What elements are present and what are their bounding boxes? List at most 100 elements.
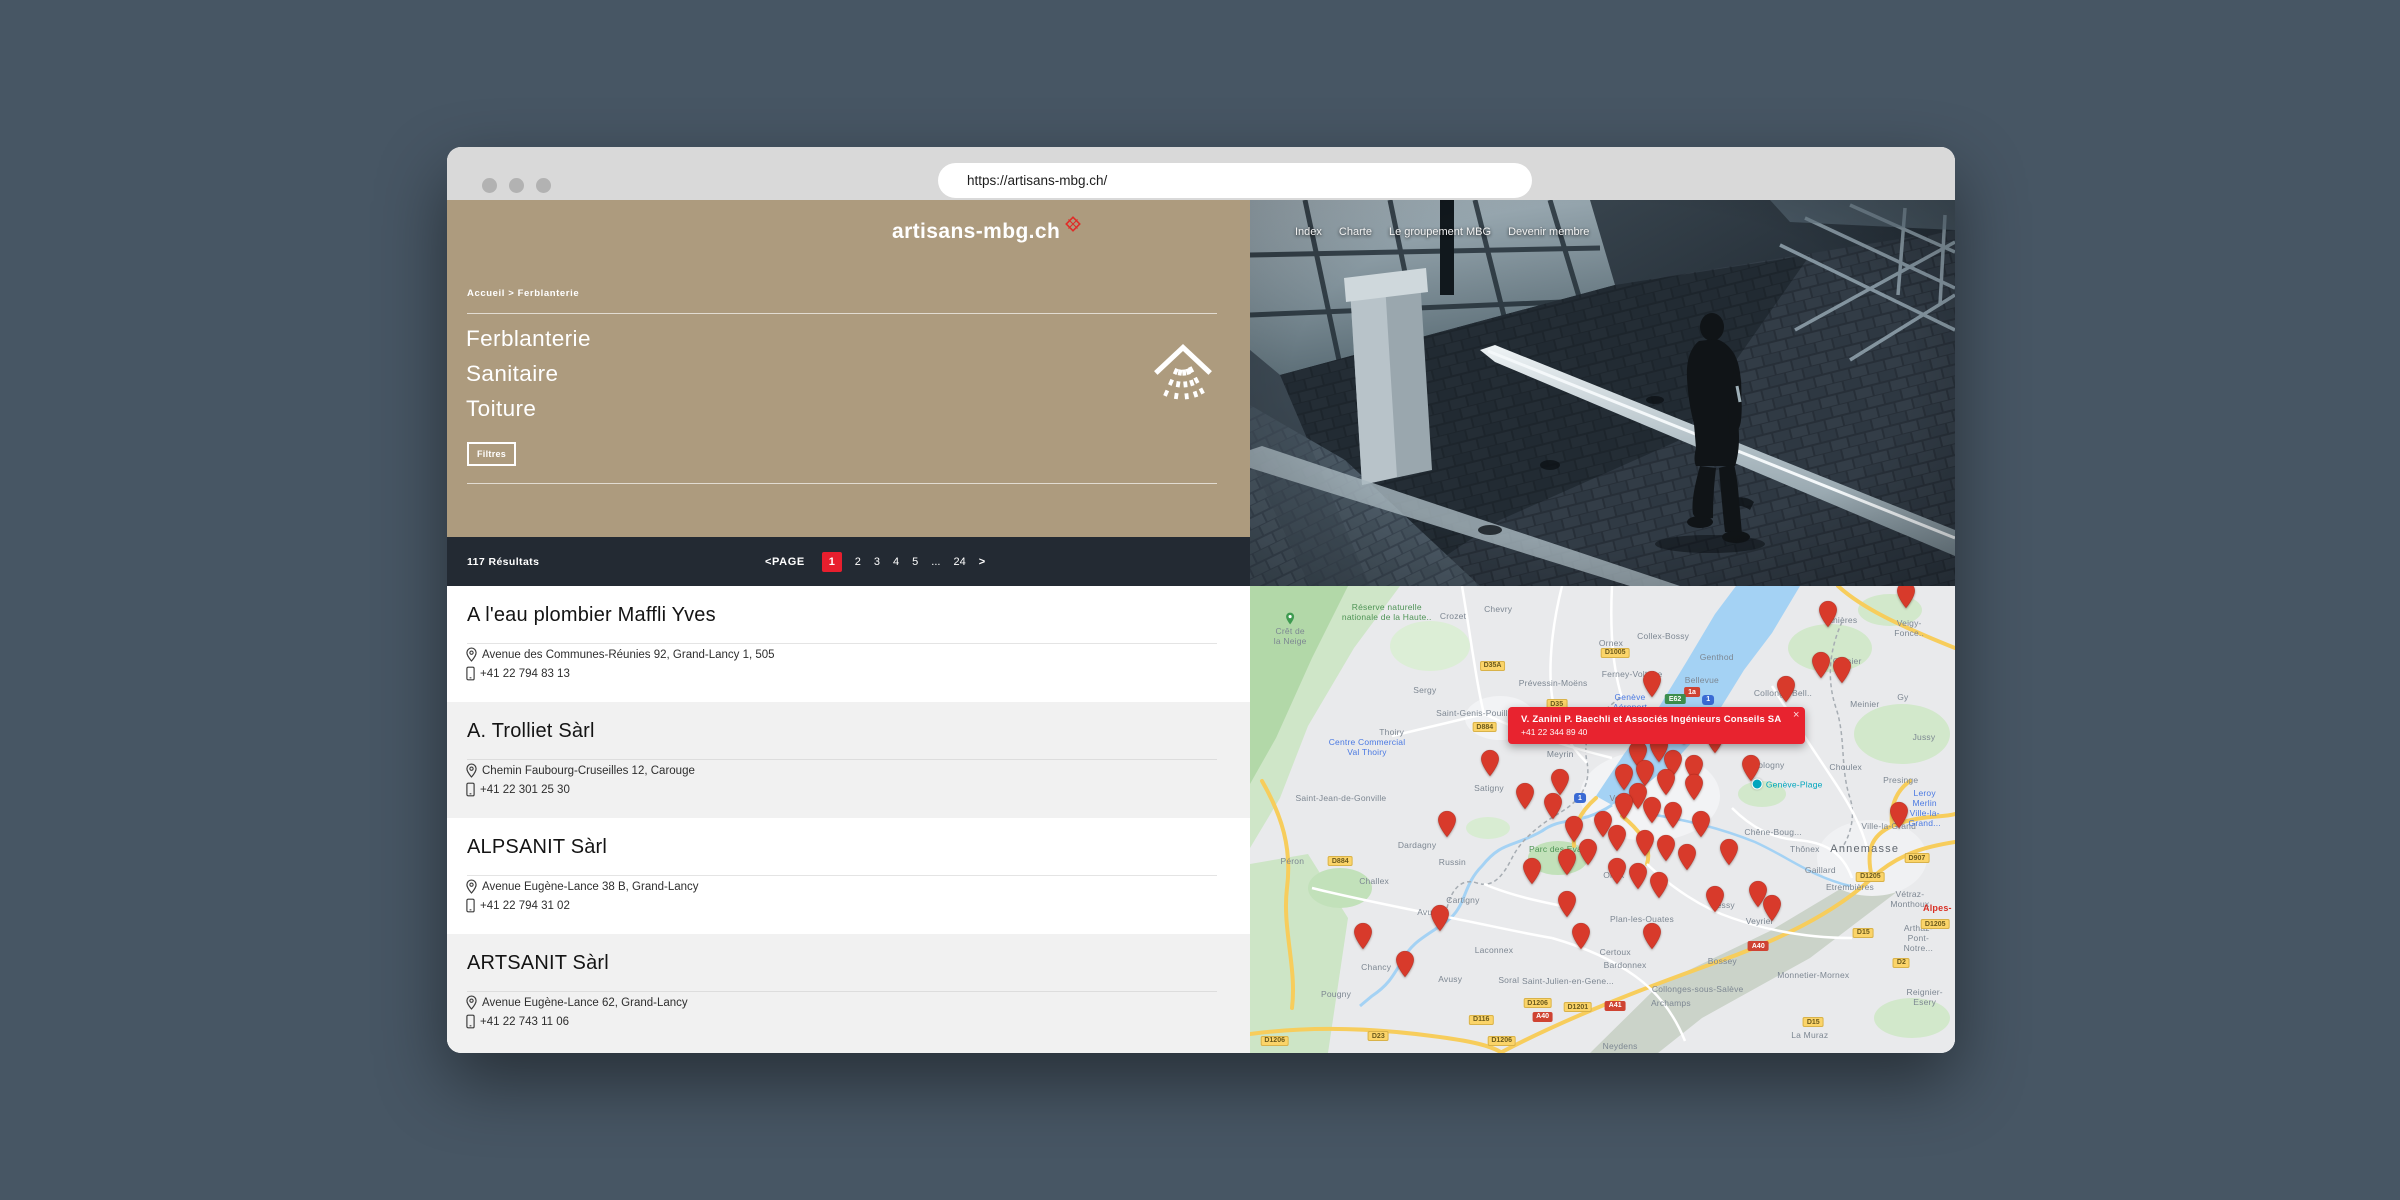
site-logo-text: artisans-mbg.ch [892, 220, 1060, 244]
map-pin[interactable] [1896, 586, 1916, 609]
site-logo[interactable]: artisans-mbg.ch [892, 220, 1084, 244]
map-pin[interactable] [1691, 810, 1711, 838]
map-pin[interactable] [1811, 651, 1831, 679]
map-pin[interactable] [1578, 838, 1598, 866]
route-shield-d15: D15 [1853, 928, 1874, 938]
map-label-ornex: Ornex [1599, 638, 1623, 648]
route-shield-d884: D884 [1472, 722, 1497, 732]
map-pin[interactable] [1832, 656, 1852, 684]
result-phone-text: +41 22 794 83 13 [480, 668, 570, 680]
map-pin[interactable] [1684, 773, 1704, 801]
map-pin[interactable] [1480, 749, 1500, 777]
map-pin[interactable] [1607, 824, 1627, 852]
pagination: <PAGE12345...24> [765, 537, 985, 586]
map-pin[interactable] [1635, 829, 1655, 857]
phone-icon [466, 666, 475, 681]
map-pin[interactable] [1642, 670, 1662, 698]
url-bar[interactable]: https://artisans-mbg.ch/ [938, 163, 1532, 198]
nav-item-le-groupement-mbg[interactable]: Le groupement MBG [1389, 226, 1491, 238]
route-shield-d907: D907 [1905, 853, 1930, 863]
map-pin[interactable] [1607, 857, 1627, 885]
result-phone-text: +41 22 743 11 06 [480, 1016, 569, 1028]
map-label-avusy: Avusy [1438, 974, 1462, 984]
result-row[interactable]: A. Trolliet SàrlChemin Faubourg-Cruseill… [447, 702, 1250, 818]
map-label-collex-bossy: Collex-Bossy [1637, 631, 1689, 641]
phone-icon [466, 898, 475, 913]
map-pin[interactable] [1889, 801, 1909, 829]
map-label-bellevue: Bellevue [1685, 675, 1719, 685]
map-pin[interactable] [1353, 922, 1373, 950]
map-pin[interactable] [1571, 922, 1591, 950]
pagination-page-1[interactable]: 1 [822, 552, 842, 572]
result-name[interactable]: A l'eau plombier Maffli Yves [467, 604, 716, 627]
map-pin[interactable] [1543, 792, 1563, 820]
map-label-jussy: Jussy [1913, 732, 1936, 742]
map-pin[interactable] [1628, 862, 1648, 890]
map-pin[interactable] [1437, 810, 1457, 838]
map-pin[interactable] [1656, 834, 1676, 862]
map-pin[interactable] [1649, 871, 1669, 899]
pagination-page-3[interactable]: 3 [874, 556, 880, 568]
pagination-next[interactable]: > [979, 556, 985, 568]
map-pin[interactable] [1614, 792, 1634, 820]
map-pin[interactable] [1395, 950, 1415, 978]
pagination-page-5[interactable]: 5 [912, 556, 918, 568]
result-address: Avenue des Communes-Réunies 92, Grand-La… [466, 647, 775, 662]
map-pin[interactable] [1677, 843, 1697, 871]
pagination-page-2[interactable]: 2 [855, 556, 861, 568]
map-label-saint-genis-pouilly: Saint-Genis-Pouilly [1436, 708, 1512, 718]
result-name[interactable]: A. Trolliet Sàrl [467, 720, 595, 743]
logo-compass-icon [1062, 213, 1084, 235]
nav-item-charte[interactable]: Charte [1339, 226, 1372, 238]
map-label-genthod: Genthod [1700, 652, 1734, 662]
result-row[interactable]: ALPSANIT SàrlAvenue Eugène-Lance 38 B, G… [447, 818, 1250, 934]
result-phone[interactable]: +41 22 743 11 06 [466, 1014, 569, 1029]
map-pin[interactable] [1663, 801, 1683, 829]
result-phone-text: +41 22 794 31 02 [480, 900, 570, 912]
results-bar: 117 Résultats <PAGE12345...24> [447, 537, 1250, 586]
map-pin[interactable] [1642, 922, 1662, 950]
map-tooltip[interactable]: × V. Zanini P. Baechli et Associés Ingén… [1508, 707, 1805, 744]
map-pin[interactable] [1741, 754, 1761, 782]
map-label-chevry: Chevry [1484, 604, 1512, 614]
page-title-line: Sanitaire [466, 356, 591, 391]
result-phone[interactable]: +41 22 301 25 30 [466, 782, 570, 797]
main-nav: Index Charte Le groupement MBG Devenir memb… [1295, 226, 1589, 238]
route-shield-e62: E62 [1665, 694, 1685, 704]
nav-item-index[interactable]: Index [1295, 226, 1322, 238]
map-pin[interactable] [1719, 838, 1739, 866]
window-control-close[interactable] [482, 178, 497, 193]
breadcrumb[interactable]: Accueil > Ferblanterie [467, 288, 579, 299]
pagination-page-4[interactable]: 4 [893, 556, 899, 568]
map-pin[interactable] [1776, 675, 1796, 703]
map-pin[interactable] [1557, 890, 1577, 918]
map[interactable]: CrozetChevryPrévessin-MoënsSergySaint-Ge… [1250, 586, 1955, 1053]
map-pin[interactable] [1762, 894, 1782, 922]
result-row[interactable]: ARTSANIT SàrlAvenue Eugène-Lance 62, Gra… [447, 934, 1250, 1053]
pagination-page-24[interactable]: 24 [953, 556, 965, 568]
map-pin[interactable] [1430, 904, 1450, 932]
map-pin[interactable] [1642, 796, 1662, 824]
route-shield-d1205: D1205 [1921, 919, 1950, 929]
map-label-presinge: Presinge [1883, 775, 1918, 785]
map-pin[interactable] [1818, 600, 1838, 628]
result-name[interactable]: ALPSANIT Sàrl [467, 836, 607, 859]
map-pin[interactable] [1656, 768, 1676, 796]
result-row[interactable]: A l'eau plombier Maffli Yves Avenue des C… [447, 586, 1250, 702]
result-phone[interactable]: +41 22 794 83 13 [466, 666, 570, 681]
result-name[interactable]: ARTSANIT Sàrl [467, 952, 609, 975]
pagination-prev[interactable]: <PAGE [765, 556, 805, 568]
map-pin[interactable] [1515, 782, 1535, 810]
filters-button[interactable]: Filtres [467, 442, 516, 466]
result-phone[interactable]: +41 22 794 31 02 [466, 898, 570, 913]
window-control-minimize[interactable] [509, 178, 524, 193]
tooltip-close-icon[interactable]: × [1793, 709, 1799, 721]
map-pin[interactable] [1522, 857, 1542, 885]
map-pin[interactable] [1557, 848, 1577, 876]
map-label-thoiry: Thoiry [1379, 727, 1404, 737]
nav-item-devenir-membre[interactable]: Devenir membre [1508, 226, 1589, 238]
map-label-reignier-esery: Reignier-Esery [1907, 987, 1943, 1007]
map-label-gy: Gy [1897, 692, 1908, 702]
window-control-maximize[interactable] [536, 178, 551, 193]
map-pin[interactable] [1705, 885, 1725, 913]
